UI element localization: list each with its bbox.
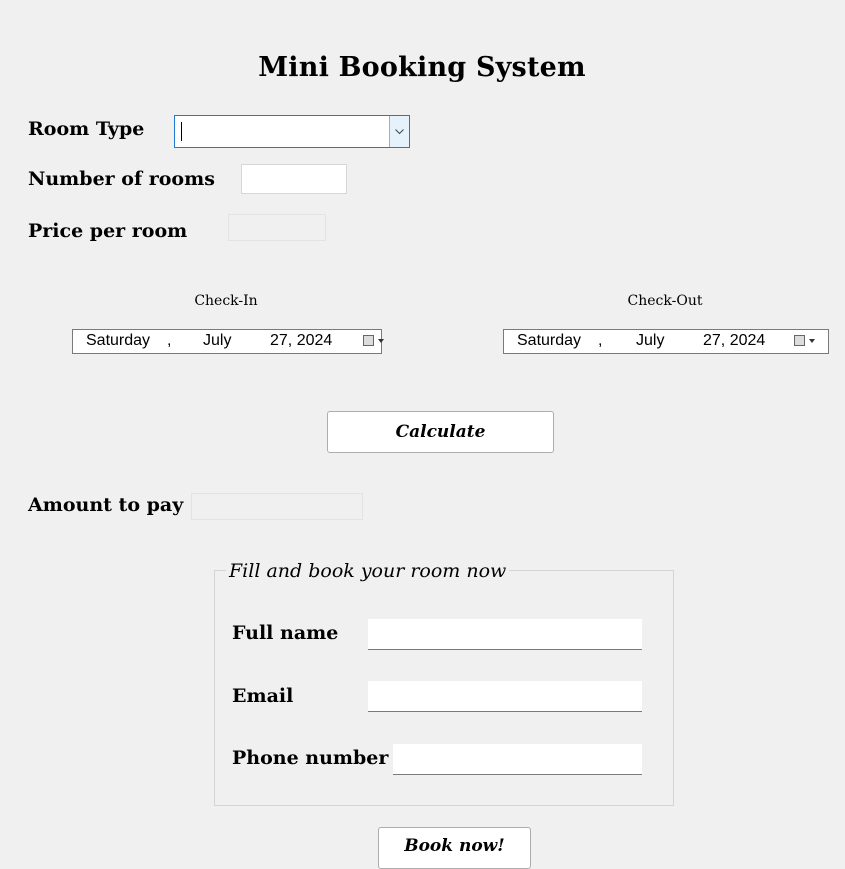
- full-name-label: Full name: [232, 622, 339, 644]
- chevron-down-icon: [395, 128, 404, 134]
- booking-group-legend: Fill and book your room now: [226, 560, 510, 582]
- phone-number-label: Phone number: [232, 747, 389, 769]
- price-per-room-field: [228, 214, 326, 241]
- chevron-down-icon: [378, 339, 384, 343]
- check-in-label: Check-In: [194, 293, 258, 309]
- calculate-button[interactable]: Calculate: [327, 411, 554, 453]
- amount-to-pay-label: Amount to pay: [28, 494, 184, 516]
- book-now-button[interactable]: Book now!: [378, 827, 531, 869]
- check-in-date-picker[interactable]: Saturday , July 27, 2024: [72, 329, 384, 354]
- check-out-day-year: 27, 2024: [703, 332, 766, 349]
- check-out-month: July: [636, 332, 665, 349]
- check-out-separator: ,: [598, 332, 603, 349]
- calendar-icon[interactable]: [363, 335, 374, 346]
- full-name-input[interactable]: [368, 619, 642, 650]
- check-in-month: July: [203, 332, 232, 349]
- amount-to-pay-field: [191, 493, 363, 520]
- check-out-date-picker[interactable]: Saturday , July 27, 2024: [503, 329, 829, 354]
- room-type-label: Room Type: [28, 118, 145, 140]
- number-of-rooms-label: Number of rooms: [28, 168, 215, 190]
- email-input[interactable]: [368, 681, 642, 712]
- price-per-room-label: Price per room: [28, 220, 188, 242]
- number-of-rooms-input[interactable]: [241, 164, 347, 194]
- check-in-weekday: Saturday: [86, 332, 151, 349]
- calendar-icon[interactable]: [794, 335, 805, 346]
- email-label: Email: [232, 685, 294, 707]
- check-in-separator: ,: [167, 332, 172, 349]
- phone-number-input[interactable]: [393, 744, 642, 775]
- room-type-dropdown-button[interactable]: [389, 116, 409, 147]
- chevron-down-icon: [809, 339, 815, 343]
- room-type-select[interactable]: [174, 115, 410, 148]
- check-in-day-year: 27, 2024: [270, 332, 333, 349]
- text-cursor: [181, 122, 182, 141]
- check-out-label: Check-Out: [627, 293, 703, 309]
- check-out-weekday: Saturday: [517, 332, 582, 349]
- page-title: Mini Booking System: [258, 52, 586, 83]
